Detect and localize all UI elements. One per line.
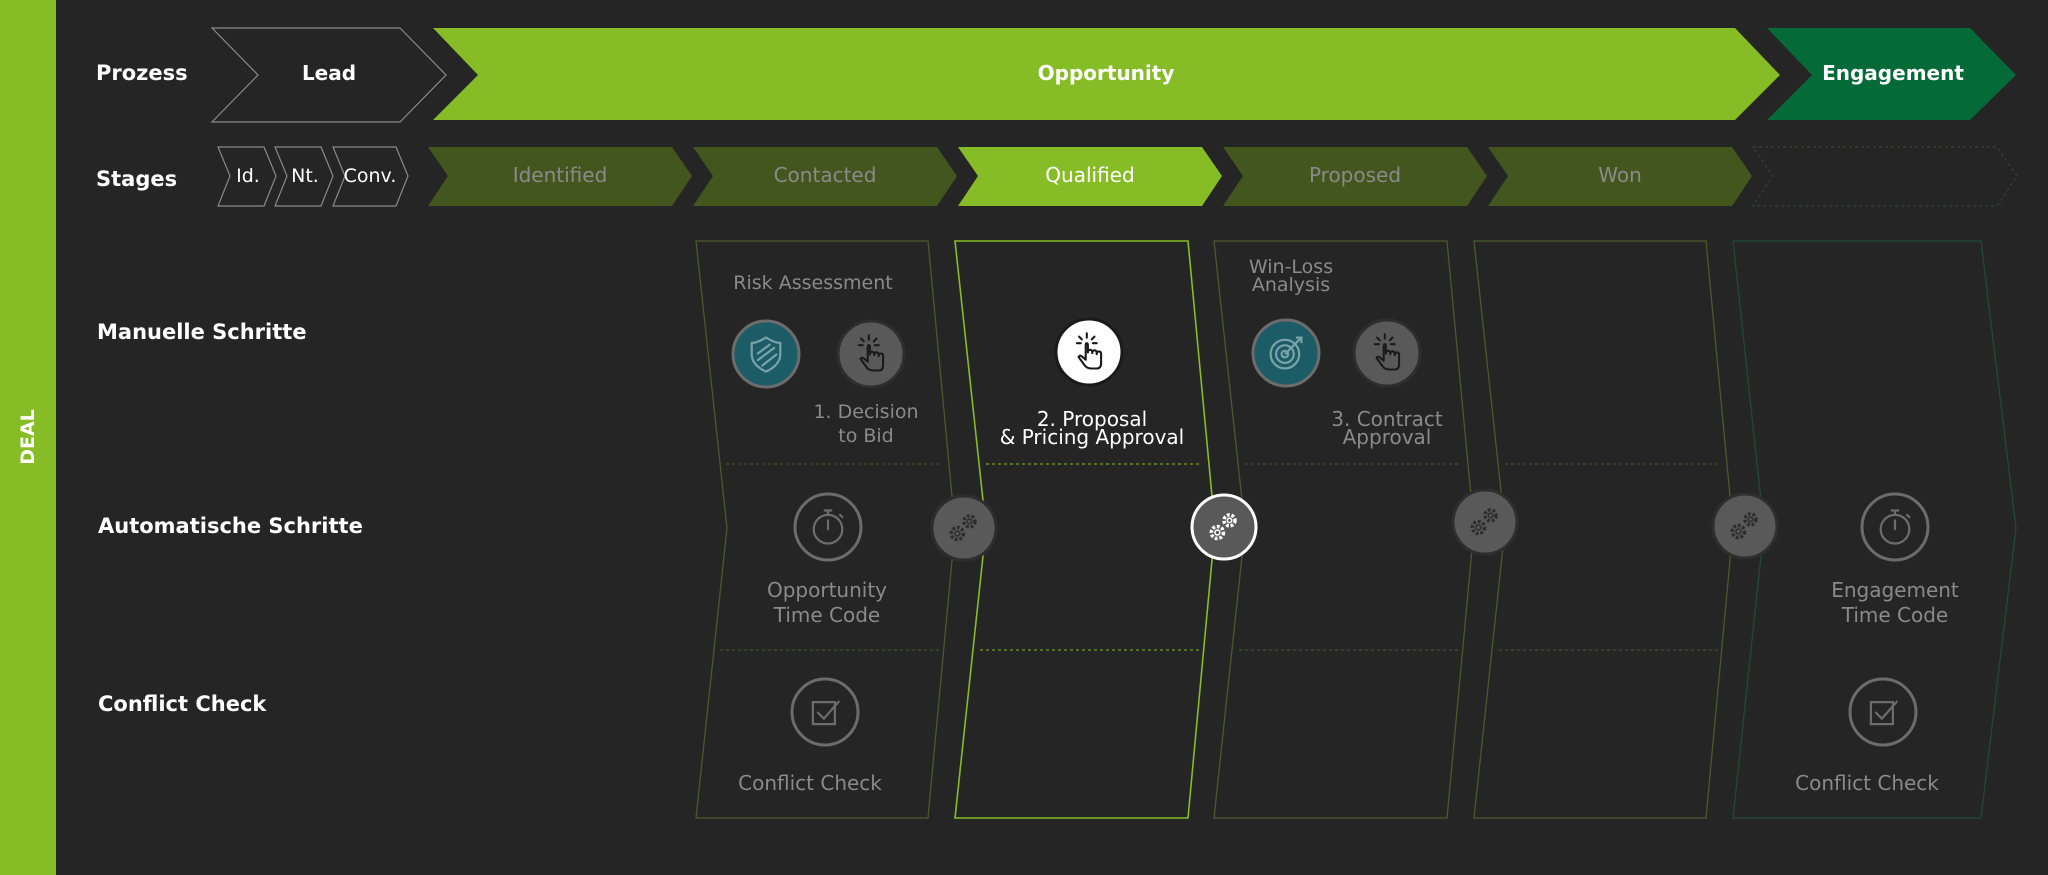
hand-pointer-icon xyxy=(1352,318,1422,388)
gears-icon xyxy=(1711,492,1779,560)
engagement-conflict-label: Conflict Check xyxy=(1795,771,1939,795)
process-opportunity-label: Opportunity xyxy=(1038,61,1175,85)
stopwatch-icon xyxy=(793,492,863,562)
gears-icon xyxy=(1190,493,1258,561)
gears-icon xyxy=(1451,488,1519,556)
stage-qualified-label: Qualified xyxy=(1045,163,1134,187)
engagement-auto-line-1: Engagement xyxy=(1831,578,1959,602)
process-engagement-label: Engagement xyxy=(1822,61,1964,85)
stage-identified-label: Identified xyxy=(513,163,608,187)
stage-won-label: Won xyxy=(1598,163,1642,187)
stage-contacted-label: Contacted xyxy=(774,163,877,187)
checkbox-icon xyxy=(1848,677,1918,747)
contacted-auto-line-1: Opportunity xyxy=(767,578,887,602)
contacted-auto-line-2: Time Code xyxy=(773,603,881,627)
hand-pointer-icon xyxy=(836,319,906,389)
contacted-conflict-label: Conflict Check xyxy=(738,771,882,795)
deal-process-diagram: DEAL Prozess Stages Manuelle Schritte Au… xyxy=(0,0,2048,875)
stage-small-id-label: Id. xyxy=(236,165,260,187)
shield-icon xyxy=(731,319,801,389)
stopwatch-icon xyxy=(1860,492,1930,562)
contacted-step-line-1: 1. Decision xyxy=(813,401,918,423)
diagram-canvas: Lead Opportunity Engagement Id. Nt. Conv… xyxy=(210,27,2018,819)
qualified-step-line-2: & Pricing Approval xyxy=(1000,425,1184,449)
stage-engagement-placeholder xyxy=(1752,146,2018,207)
contacted-heading: Risk Assessment xyxy=(733,272,892,294)
gears-icon xyxy=(930,494,998,562)
hand-pointer-icon xyxy=(1054,317,1124,387)
stage-small-nt-label: Nt. xyxy=(291,165,319,187)
stage-small-conv-label: Conv. xyxy=(344,165,397,187)
engagement-auto-line-2: Time Code xyxy=(1841,603,1949,627)
proposed-step-line-2: Approval xyxy=(1343,425,1432,449)
contacted-step-line-2: to Bid xyxy=(838,425,894,447)
target-icon xyxy=(1251,318,1321,388)
proposed-heading-line-2: Analysis xyxy=(1252,274,1330,296)
column-contacted-panel xyxy=(695,240,956,819)
process-lead-label: Lead xyxy=(302,61,356,85)
stage-proposed-label: Proposed xyxy=(1309,163,1401,187)
checkbox-icon xyxy=(790,677,860,747)
